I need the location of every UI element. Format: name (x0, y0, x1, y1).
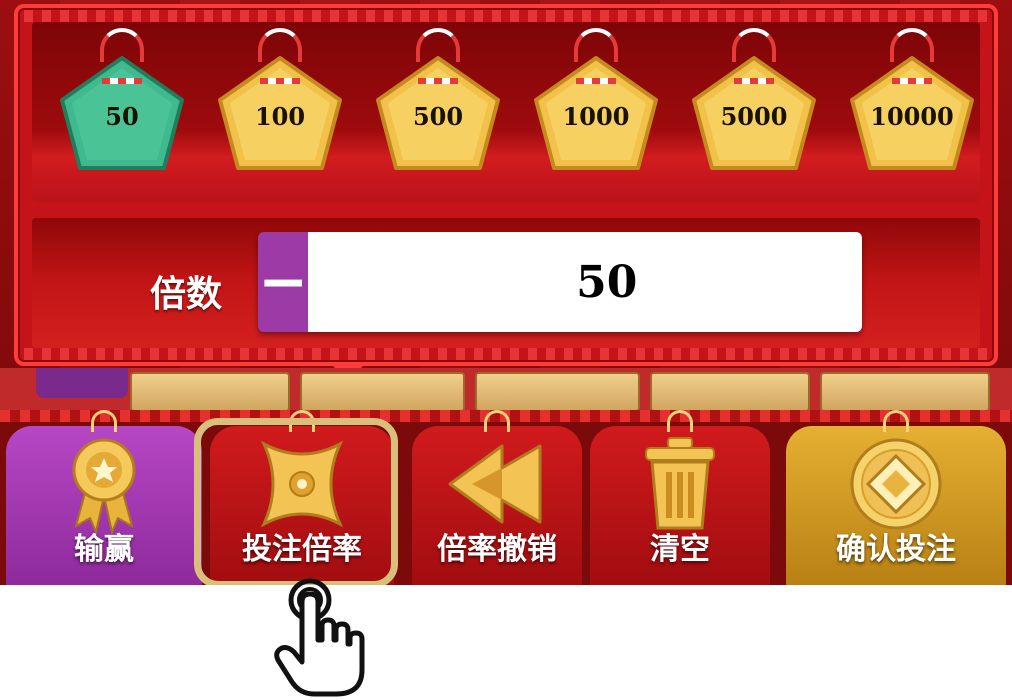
chip-row: 50 100 500 1000 5000 10000 (52, 28, 982, 188)
win-lose-button[interactable]: 输赢 (6, 410, 202, 585)
tap-hand-icon (274, 578, 365, 697)
clear-label: 清空 (650, 532, 710, 567)
confirm-bet-button[interactable]: 确认投注 (786, 410, 1006, 585)
confirm-bet-label: 确认投注 (836, 532, 956, 567)
multiplier-stepper: − + (258, 232, 862, 332)
chip-value: 1000 (562, 102, 630, 131)
rail-panel (820, 372, 990, 412)
chip-value: 100 (254, 102, 306, 131)
rail-panel (130, 372, 290, 412)
decrease-button[interactable]: − (258, 232, 309, 332)
chip-value: 10000 (870, 102, 954, 131)
rail-panel (650, 372, 810, 412)
chip-1000[interactable]: 1000 (526, 28, 666, 188)
rail-purple-tab (36, 368, 128, 398)
rewind-icon (448, 444, 542, 524)
rail-panel (475, 372, 640, 412)
chip-10000[interactable]: 10000 (842, 28, 982, 188)
chip-value: 500 (412, 102, 464, 131)
chip-5000[interactable]: 5000 (684, 28, 824, 188)
chip-value: 5000 (720, 102, 788, 131)
undo-multiplier-label: 倍率撤销 (437, 532, 557, 567)
tutorial-highlight (194, 418, 398, 585)
undo-multiplier-button[interactable]: 倍率撤销 (412, 410, 582, 585)
chip-50[interactable]: 50 (52, 28, 192, 188)
bag-ring (484, 410, 510, 432)
chip-value: 50 (105, 102, 139, 131)
coin-icon (850, 438, 942, 530)
chip-100[interactable]: 100 (210, 28, 350, 188)
bag-ring (667, 410, 693, 432)
popup-trim-bottom (24, 348, 988, 360)
rail-panel (300, 372, 465, 412)
trash-icon (645, 437, 715, 530)
popup-trim-top (24, 10, 988, 22)
chip-500[interactable]: 500 (368, 28, 508, 188)
medal-icon (72, 438, 136, 534)
clear-button[interactable]: 清空 (590, 410, 770, 585)
win-lose-label: 输赢 (74, 532, 134, 567)
multiplier-input[interactable] (308, 232, 862, 332)
bag-ring (91, 410, 117, 432)
bag-ring (883, 410, 909, 432)
multiplier-label: 倍数 (150, 274, 223, 315)
game-scene: 50 100 500 1000 5000 10000 倍数 − 50 输赢 投注… (0, 0, 1012, 585)
